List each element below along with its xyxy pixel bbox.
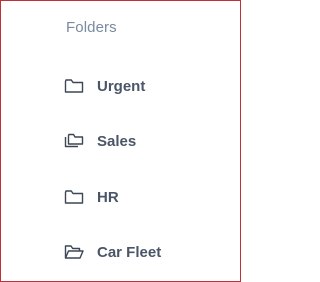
folders-heading: Folders (66, 19, 117, 36)
folder-item-label: Sales (97, 132, 137, 150)
folder-open-icon (63, 243, 85, 261)
folder-item-label: Car Fleet (97, 243, 162, 261)
folder-item-label: Urgent (97, 77, 146, 95)
folder-item-urgent[interactable]: Urgent (63, 73, 223, 99)
folder-item-label: HR (97, 188, 119, 206)
folder-item-hr[interactable]: HR (63, 184, 223, 210)
folder-item-car-fleet[interactable]: Car Fleet (63, 239, 223, 265)
folder-icon (63, 188, 85, 206)
folder-item-sales[interactable]: Sales (63, 128, 223, 154)
folders-stack-icon (63, 132, 85, 150)
folder-icon (63, 77, 85, 95)
folders-panel-frame: Folders Urgent Sales HR Car Fleet (0, 0, 241, 282)
folders-panel: Folders Urgent Sales HR Car Fleet (1, 1, 240, 281)
